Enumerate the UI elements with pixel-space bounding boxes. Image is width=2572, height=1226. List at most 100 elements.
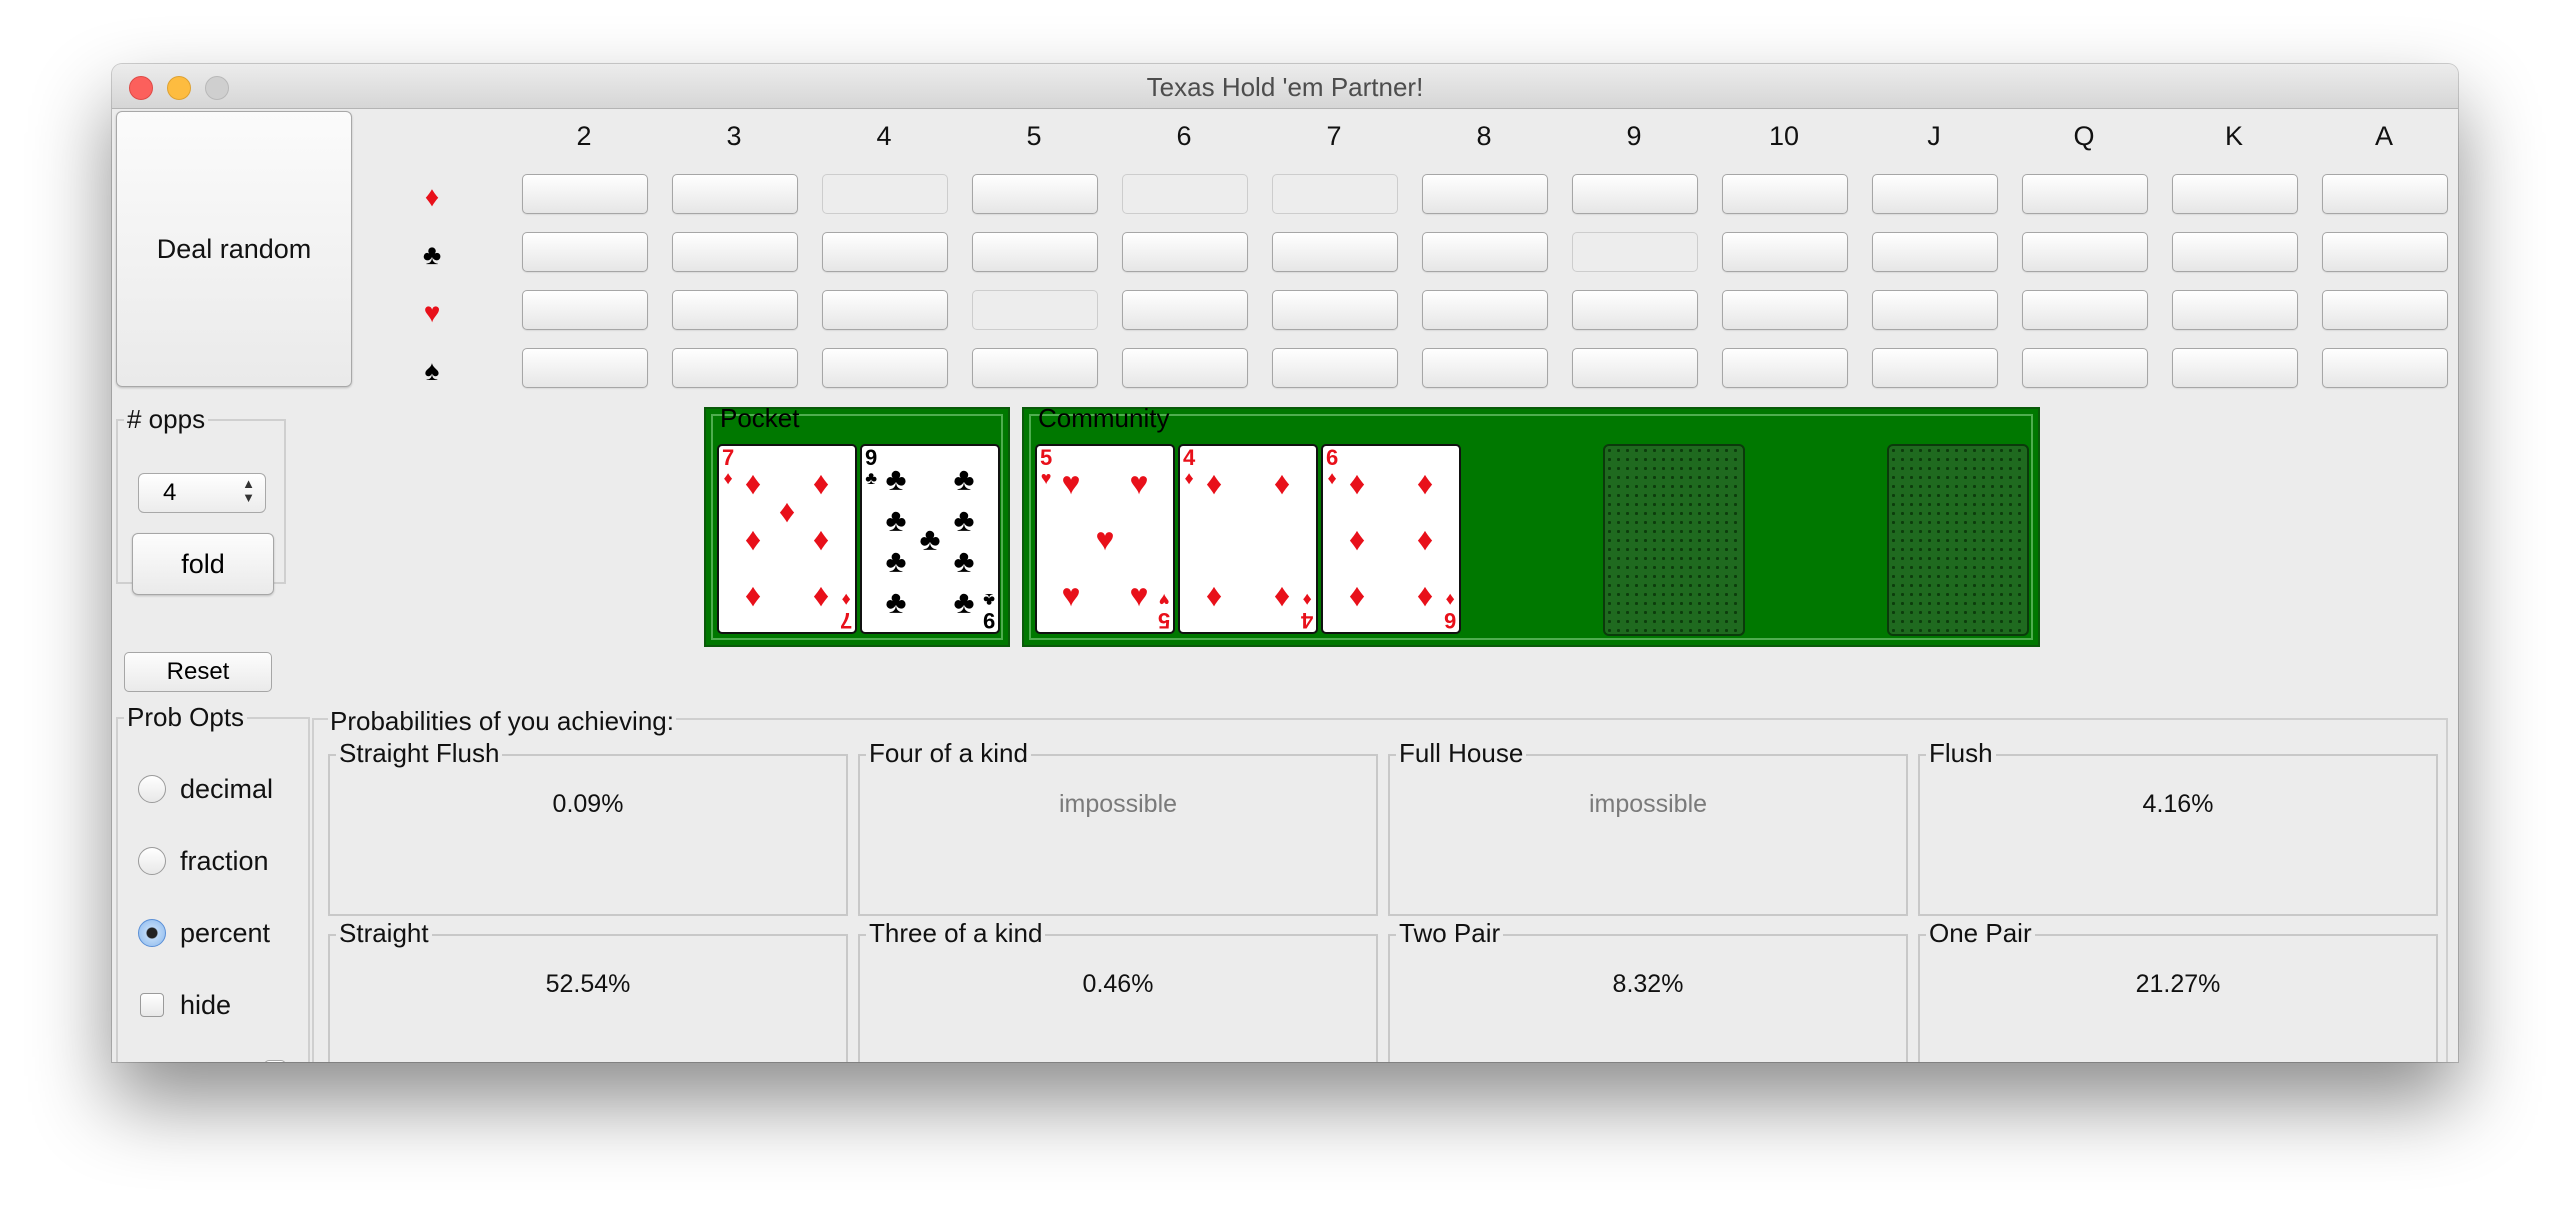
card-button-6-hearts[interactable]	[1122, 290, 1248, 330]
probability-value: impossible	[1588, 790, 1708, 818]
card-button-K-diamonds[interactable]	[2172, 174, 2298, 214]
card-suit-icon: ♥	[1158, 590, 1170, 610]
card-pip-icon: ♥	[1061, 576, 1081, 613]
probability-box: Four of a kind impossible	[858, 738, 1378, 916]
card-button-J-clubs[interactable]	[1872, 232, 1998, 272]
opponents-legend: # opps	[127, 404, 206, 434]
card-rank: 9	[865, 445, 878, 470]
playing-card: 7 ♦ 7 ♦ ♦ ♦ ♦ ♦ ♦ ♦ ♦	[717, 444, 857, 634]
card-pip-icon: ♦	[1416, 521, 1434, 557]
decimal-radio[interactable]	[138, 775, 166, 803]
card-button-4-spades[interactable]	[822, 348, 948, 388]
card-button-8-diamonds[interactable]	[1422, 174, 1548, 214]
probability-label: Flush	[1926, 738, 1996, 769]
card-button-8-hearts[interactable]	[1422, 290, 1548, 330]
card-button-4-diamonds[interactable]	[822, 174, 948, 214]
reset-button[interactable]: Reset	[124, 652, 272, 692]
card-button-3-diamonds[interactable]	[672, 174, 798, 214]
card-button-10-hearts[interactable]	[1722, 290, 1848, 330]
card-button-7-hearts[interactable]	[1272, 290, 1398, 330]
percent-option[interactable]: percent	[138, 915, 270, 951]
card-pip-icon: ♦	[744, 576, 762, 613]
card-button-K-hearts[interactable]	[2172, 290, 2298, 330]
probability-label: Four of a kind	[866, 738, 1031, 769]
card-corner: 6 ♦	[1326, 445, 1339, 489]
card-button-A-spades[interactable]	[2322, 348, 2448, 388]
rank-label: 4	[876, 121, 892, 151]
probability-box: Straight 52.54%	[328, 918, 848, 1062]
card-suit-icon: ♦	[723, 468, 733, 488]
card-button-4-hearts[interactable]	[822, 290, 948, 330]
card-button-5-spades[interactable]	[972, 348, 1098, 388]
hide-option[interactable]: hide	[140, 987, 231, 1023]
card-button-6-clubs[interactable]	[1122, 232, 1248, 272]
card-button-8-clubs[interactable]	[1422, 232, 1548, 272]
card-button-K-spades[interactable]	[2172, 348, 2298, 388]
card-button-8-spades[interactable]	[1422, 348, 1548, 388]
face-down-card	[1603, 444, 1745, 636]
card-button-J-hearts[interactable]	[1872, 290, 1998, 330]
card-pip-icon: ♦	[1205, 576, 1223, 613]
card-button-A-diamonds[interactable]	[2322, 174, 2448, 214]
card-rank: 6	[1326, 445, 1339, 470]
card-button-4-clubs[interactable]	[822, 232, 948, 272]
card-button-2-clubs[interactable]	[522, 232, 648, 272]
card-button-2-hearts[interactable]	[522, 290, 648, 330]
hide-checkbox[interactable]	[140, 993, 164, 1017]
title-bar: Texas Hold 'em Partner!	[112, 64, 2458, 109]
card-button-2-spades[interactable]	[522, 348, 648, 388]
probability-value: 21.27%	[2135, 970, 2221, 998]
card-button-Q-spades[interactable]	[2022, 348, 2148, 388]
card-button-9-diamonds[interactable]	[1572, 174, 1698, 214]
card-rank: 5	[1157, 608, 1170, 633]
card-button-K-clubs[interactable]	[2172, 232, 2298, 272]
card-button-J-diamonds[interactable]	[1872, 174, 1998, 214]
card-pip-icon: ♦	[1348, 465, 1366, 502]
card-corner: 7 ♦	[840, 590, 852, 632]
card-button-3-clubs[interactable]	[672, 232, 798, 272]
dps-stepper[interactable]: ▲▼	[264, 1060, 286, 1062]
rank-label: 3	[726, 121, 742, 151]
card-button-9-hearts[interactable]	[1572, 290, 1698, 330]
card-suit-icon: ♦	[1327, 468, 1337, 488]
card-button-7-clubs[interactable]	[1272, 232, 1398, 272]
fraction-radio[interactable]	[138, 847, 166, 875]
opponents-select[interactable]: 4 ▲ ▼	[138, 473, 266, 513]
decimal-option[interactable]: decimal	[138, 771, 273, 807]
card-button-7-spades[interactable]	[1272, 348, 1398, 388]
card-pip-icon: ♦	[1416, 465, 1434, 502]
card-button-Q-hearts[interactable]	[2022, 290, 2148, 330]
card-pip-icon: ♣	[919, 521, 941, 557]
card-button-9-clubs[interactable]	[1572, 232, 1698, 272]
card-button-A-hearts[interactable]	[2322, 290, 2448, 330]
card-button-5-diamonds[interactable]	[972, 174, 1098, 214]
card-button-Q-clubs[interactable]	[2022, 232, 2148, 272]
card-button-10-spades[interactable]	[1722, 348, 1848, 388]
card-button-Q-diamonds[interactable]	[2022, 174, 2148, 214]
card-button-10-clubs[interactable]	[1722, 232, 1848, 272]
card-rank: 4	[1300, 608, 1313, 633]
card-button-3-spades[interactable]	[672, 348, 798, 388]
app-window: Texas Hold 'em Partner! Deal random 2 3 4 5…	[112, 64, 2458, 1062]
card-button-6-diamonds[interactable]	[1122, 174, 1248, 214]
card-button-7-diamonds[interactable]	[1272, 174, 1398, 214]
card-button-J-spades[interactable]	[1872, 348, 1998, 388]
card-button-5-hearts[interactable]	[972, 290, 1098, 330]
percent-radio[interactable]	[138, 919, 166, 947]
card-button-2-diamonds[interactable]	[522, 174, 648, 214]
card-button-10-diamonds[interactable]	[1722, 174, 1848, 214]
deal-random-button[interactable]: Deal random	[116, 111, 352, 387]
card-button-6-spades[interactable]	[1122, 348, 1248, 388]
card-button-A-clubs[interactable]	[2322, 232, 2448, 272]
card-button-9-spades[interactable]	[1572, 348, 1698, 388]
card-button-5-clubs[interactable]	[972, 232, 1098, 272]
probability-box: Full House impossible	[1388, 738, 1908, 916]
fold-button[interactable]: fold	[132, 533, 274, 595]
rank-label: 5	[1026, 121, 1042, 151]
diamonds-suit-icon: ♦	[424, 181, 440, 212]
card-rank: 7	[722, 445, 735, 470]
fraction-option[interactable]: fraction	[138, 843, 269, 879]
card-pip-icon: ♣	[953, 543, 975, 580]
opponents-group: # opps 4 ▲ ▼ fold	[116, 404, 286, 595]
card-button-3-hearts[interactable]	[672, 290, 798, 330]
